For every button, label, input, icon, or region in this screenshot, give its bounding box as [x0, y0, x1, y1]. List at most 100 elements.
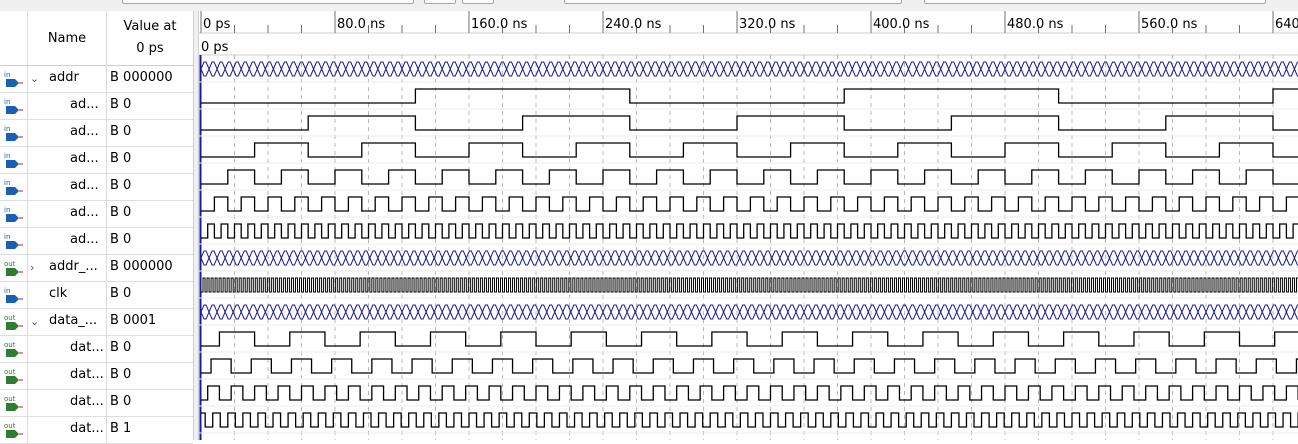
toolbar-button[interactable] [462, 0, 494, 4]
signal-value: B 0 [110, 151, 132, 166]
svg-text:in: in [4, 179, 10, 187]
signal-name: addr [49, 70, 79, 85]
toolbar-field[interactable] [564, 0, 902, 4]
signal-name: addr_... [49, 259, 98, 274]
ruler-tick-label: 240.0 ns [605, 17, 662, 32]
value-column-header[interactable]: Value at 0 ps [107, 11, 193, 65]
value-header-time: 0 ps [136, 41, 164, 56]
ruler-tick-label: 320.0 ns [739, 17, 796, 32]
svg-text:out: out [4, 314, 16, 322]
row-divider [27, 336, 28, 363]
signal-row[interactable]: in ad... B 0 [0, 228, 193, 255]
signal-row[interactable]: in ⌄ addr B 000000 [0, 66, 193, 93]
signal-value: B 0001 [110, 313, 157, 328]
signal-row[interactable]: in ad... B 0 [0, 147, 193, 174]
signal-value: B 0 [110, 205, 132, 220]
row-divider [27, 363, 28, 390]
row-divider [27, 120, 28, 147]
input-pin-icon: in [3, 125, 23, 141]
signal-name: dat... [70, 340, 104, 355]
svg-text:out: out [4, 368, 16, 376]
signal-value: B 000000 [110, 70, 173, 85]
ruler-tick-label: 560.0 ns [1141, 17, 1198, 32]
row-divider [27, 66, 28, 93]
svg-text:in: in [4, 206, 10, 214]
row-divider [106, 174, 107, 201]
name-column-header[interactable]: Name [28, 11, 107, 65]
toolbar-search-field[interactable] [122, 0, 414, 4]
input-pin-icon: in [3, 287, 23, 303]
row-divider [106, 120, 107, 147]
toolbar-button[interactable] [424, 0, 456, 4]
output-pin-icon: out [3, 368, 23, 384]
input-pin-icon: in [3, 179, 23, 195]
input-pin-icon: in [3, 206, 23, 222]
row-divider [106, 255, 107, 282]
signal-row[interactable]: out dat... B 0 [0, 363, 193, 390]
waveform-canvas[interactable]: 0 ps 80.0 ns 160.0 ns 240.0 ns 320.0 ns 400.0… [199, 11, 1298, 440]
chevron-right-icon[interactable]: › [30, 261, 42, 275]
chevron-down-icon[interactable]: ⌄ [30, 72, 42, 86]
data-bit-waveform [201, 358, 1298, 374]
row-divider [106, 66, 107, 93]
input-pin-icon: in [3, 71, 23, 87]
signal-row[interactable]: out dat... B 0 [0, 390, 193, 417]
signal-row[interactable]: in ad... B 0 [0, 120, 193, 147]
output-pin-icon: out [3, 341, 23, 357]
output-pin-icon: out [3, 260, 23, 276]
ruler-tick-label: 0 ps [203, 17, 231, 32]
bus-waveform [200, 61, 1298, 77]
ruler-tick-label: 640.0 ns [1275, 17, 1298, 32]
signal-row[interactable]: in clk B 0 [0, 282, 193, 309]
output-pin-icon: out [3, 395, 23, 411]
row-divider [106, 282, 107, 309]
row-divider [106, 309, 107, 336]
signal-value: B 0 [110, 97, 132, 112]
data-bit-waveform [201, 331, 1298, 347]
signal-value: B 1 [110, 421, 132, 436]
signal-value: B 0 [110, 178, 132, 193]
svg-text:in: in [4, 71, 10, 79]
row-divider [27, 201, 28, 228]
signal-row[interactable]: out › addr_... B 000000 [0, 255, 193, 282]
waveform-pane[interactable]: 0 ps 80.0 ns 160.0 ns 240.0 ns 320.0 ns 400.0… [199, 11, 1298, 440]
address-bit-waveform [201, 115, 1298, 131]
svg-text:out: out [4, 395, 16, 403]
address-bit-waveform [201, 142, 1298, 158]
address-bit-waveform [201, 196, 1298, 212]
row-divider [27, 390, 28, 417]
name-header-label: Name [47, 30, 87, 46]
output-pin-icon: out [3, 314, 23, 330]
svg-text:out: out [4, 260, 16, 268]
row-divider [106, 228, 107, 255]
signal-name: dat... [70, 367, 104, 382]
row-divider [27, 255, 28, 282]
svg-text:out: out [4, 422, 16, 430]
signal-name: ad... [70, 97, 99, 112]
row-divider [106, 93, 107, 120]
row-divider [27, 282, 28, 309]
ruler-tick-label: 160.0 ns [471, 17, 528, 32]
svg-text:in: in [4, 125, 10, 133]
signal-name: data_... [49, 313, 98, 328]
signal-value: B 0 [110, 367, 132, 382]
signal-name: ad... [70, 205, 99, 220]
cursor-time-label: 0 ps [201, 40, 229, 55]
signal-row[interactable]: in ad... B 0 [0, 174, 193, 201]
toolbar-field[interactable] [924, 0, 1266, 4]
chevron-down-icon[interactable]: ⌄ [30, 315, 42, 329]
signal-row[interactable]: out dat... B 0 [0, 336, 193, 363]
ruler-tick-label: 80.0 ns [337, 17, 385, 32]
signal-row[interactable]: out ⌄ data_... B 0001 [0, 309, 193, 336]
signal-value: B 000000 [110, 259, 173, 274]
svg-text:in: in [4, 287, 10, 295]
signal-row[interactable]: in ad... B 0 [0, 201, 193, 228]
output-pin-icon: out [3, 422, 23, 438]
row-divider [27, 228, 28, 255]
header-icon-column [0, 11, 28, 65]
row-divider [106, 390, 107, 417]
data-bit-waveform [201, 412, 1298, 428]
address-bit-waveform [201, 169, 1298, 185]
signal-row[interactable]: in ad... B 0 [0, 93, 193, 120]
svg-text:in: in [4, 233, 10, 241]
